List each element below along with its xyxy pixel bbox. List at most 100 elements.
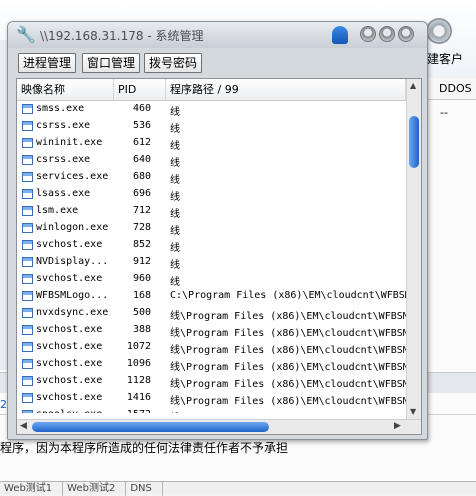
table-row[interactable]: services.exe 680 线 xyxy=(17,169,406,186)
process-name: svchost.exe xyxy=(36,324,103,335)
system-management-window: 🔧 \\192.168.31.178 - 系统管理 进程管理 窗口管理 拨号密码… xyxy=(7,21,428,440)
process-pid: 1572 xyxy=(113,409,151,413)
process-rows: smss.exe 460 线 csrss.exe 536 线 wininit.exe 612 线… xyxy=(17,101,406,413)
process-name: lsm.exe xyxy=(36,205,79,216)
process-management-button[interactable]: 进程管理 xyxy=(18,53,77,73)
table-row[interactable]: svchost.exe 1096 线\Program Files (x86)\EM\… xyxy=(17,356,406,373)
vertical-scrollbar[interactable]: ▲ ▼ xyxy=(406,79,421,419)
process-name: NVDisplay... xyxy=(36,256,109,267)
table-row[interactable]: svchost.exe 1416 线\Program Files (x86)\EM\… xyxy=(17,390,406,407)
process-path: 线\Program Files (x86)\EM\cloudcnt\WFBSM xyxy=(170,396,406,407)
process-icon xyxy=(22,359,33,369)
column-header-path[interactable]: 程序路径 / 99 xyxy=(166,79,406,100)
horizontal-scroll-thumb[interactable] xyxy=(32,422,269,432)
window-management-button[interactable]: 窗口管理 xyxy=(82,53,141,73)
tab-web-test-1[interactable]: Web测试1 xyxy=(0,482,64,496)
table-row[interactable]: svchost.exe 1128 线\Program Files (x86)\EM\… xyxy=(17,373,406,390)
tab-dns[interactable]: DNS xyxy=(126,482,163,496)
process-pid: 640 xyxy=(132,154,151,165)
process-path: 线 xyxy=(170,141,180,152)
table-row[interactable]: csrss.exe 536 线 xyxy=(17,118,406,135)
process-pid: 500 xyxy=(132,307,151,318)
process-name: svchost.exe xyxy=(36,375,103,386)
process-icon xyxy=(22,410,33,413)
maximize-button[interactable] xyxy=(379,26,395,42)
horizontal-scrollbar[interactable]: ◀ ▶ xyxy=(17,419,421,434)
process-pid: 1096 xyxy=(126,358,151,369)
minimize-button[interactable] xyxy=(360,26,376,42)
process-name: smss.exe xyxy=(36,103,85,114)
process-path: 线 xyxy=(170,124,180,135)
process-icon xyxy=(22,206,33,216)
process-path: 线\Program Files (x86)\EM\cloudcnt\WFBSM xyxy=(170,345,406,356)
scroll-up-icon[interactable]: ▲ xyxy=(410,81,416,90)
process-icon xyxy=(22,172,33,182)
table-row[interactable]: wininit.exe 612 线 xyxy=(17,135,406,152)
user-icon[interactable] xyxy=(332,26,348,44)
process-icon xyxy=(22,376,33,386)
process-icon xyxy=(22,104,33,114)
table-row[interactable]: svchost.exe 852 线 xyxy=(17,237,406,254)
process-name: wininit.exe xyxy=(36,137,103,148)
column-header-name[interactable]: 映像名称 xyxy=(17,79,114,100)
table-row[interactable]: lsm.exe 712 线 xyxy=(17,203,406,220)
vertical-scroll-thumb[interactable] xyxy=(409,116,419,168)
table-row[interactable]: nvxdsync.exe 500 线\Program Files (x86)\EM\… xyxy=(17,305,406,322)
scroll-down-icon[interactable]: ▼ xyxy=(410,407,416,416)
process-pid: 1128 xyxy=(126,375,151,386)
table-row[interactable]: smss.exe 460 线 xyxy=(17,101,406,118)
process-icon xyxy=(22,393,33,403)
process-path: 线 xyxy=(170,192,180,203)
process-pid: 612 xyxy=(132,137,151,148)
table-row[interactable]: svchost.exe 1072 线\Program Files (x86)\EM\… xyxy=(17,339,406,356)
table-row[interactable]: lsass.exe 696 线 xyxy=(17,186,406,203)
table-row[interactable]: NVDisplay... 912 线 xyxy=(17,254,406,271)
process-icon xyxy=(22,240,33,250)
process-path: 线 xyxy=(170,107,180,118)
process-pid: 852 xyxy=(132,239,151,250)
process-pid: 1416 xyxy=(126,392,151,403)
process-icon xyxy=(22,138,33,148)
process-pid: 728 xyxy=(132,222,151,233)
process-icon xyxy=(22,189,33,199)
ddos-value: -- xyxy=(440,106,448,119)
wrench-icon: 🔧 xyxy=(16,25,36,44)
process-icon xyxy=(22,325,33,335)
background-link-text[interactable]: 2 xyxy=(0,398,7,411)
process-path: 线\Program Files (x86)\EM\cloudcnt\WFBSM xyxy=(170,362,406,373)
process-name: svchost.exe xyxy=(36,239,103,250)
table-row[interactable]: winlogon.exe 728 线 xyxy=(17,220,406,237)
process-name: csrss.exe xyxy=(36,120,91,131)
process-name: spoolsv.exe xyxy=(36,409,102,413)
table-row[interactable]: csrss.exe 640 线 xyxy=(17,152,406,169)
title-bar[interactable]: 🔧 \\192.168.31.178 - 系统管理 xyxy=(8,22,427,48)
table-row[interactable]: svchost.exe 388 线\Program Files (x86)\EM\c… xyxy=(17,322,406,339)
toolbar: 进程管理 窗口管理 拨号密码 xyxy=(8,48,427,76)
process-icon xyxy=(22,274,33,284)
process-name: svchost.exe xyxy=(36,358,103,369)
scroll-left-icon[interactable]: ◀ xyxy=(20,421,27,431)
ddos-column-header[interactable]: DDOS xyxy=(426,78,476,100)
gear-icon[interactable] xyxy=(426,18,452,44)
process-path: 线\Program Files (x86)\EM\cloudcnt\WFBSM xyxy=(170,379,406,390)
table-row[interactable]: spoolsv.exe 1572 线\Program Files (x86)\EM\… xyxy=(17,407,406,413)
process-pid: 536 xyxy=(132,120,151,131)
scroll-right-icon[interactable]: ▶ xyxy=(394,421,401,431)
tab-web-test-2[interactable]: Web测试2 xyxy=(63,482,127,496)
table-row[interactable]: svchost.exe 960 线 xyxy=(17,271,406,288)
process-pid: 696 xyxy=(132,188,151,199)
dialup-password-button[interactable]: 拨号密码 xyxy=(144,53,203,73)
process-pid: 1072 xyxy=(126,341,151,352)
build-client-label[interactable]: 建客户 xyxy=(427,50,463,67)
close-button[interactable] xyxy=(398,26,414,42)
process-icon xyxy=(22,223,33,233)
process-icon xyxy=(22,342,33,352)
process-path: C:\Program Files (x86)\EM\cloudcnt\WFBSM xyxy=(170,290,406,301)
column-header-pid[interactable]: PID xyxy=(114,79,166,100)
process-list: 映像名称 PID 程序路径 / 99 smss.exe 460 线 csrss.exe… xyxy=(16,78,422,435)
process-pid: 168 xyxy=(132,290,151,301)
process-path: 线\Program Files (x86)\EM\cloudcnt\WFBSM xyxy=(170,311,406,322)
process-pid: 912 xyxy=(132,256,151,267)
table-row[interactable]: WFBSMLogo... 168 C:\Program Files (x86)\EM… xyxy=(17,288,406,305)
process-path: 线 xyxy=(170,226,180,237)
